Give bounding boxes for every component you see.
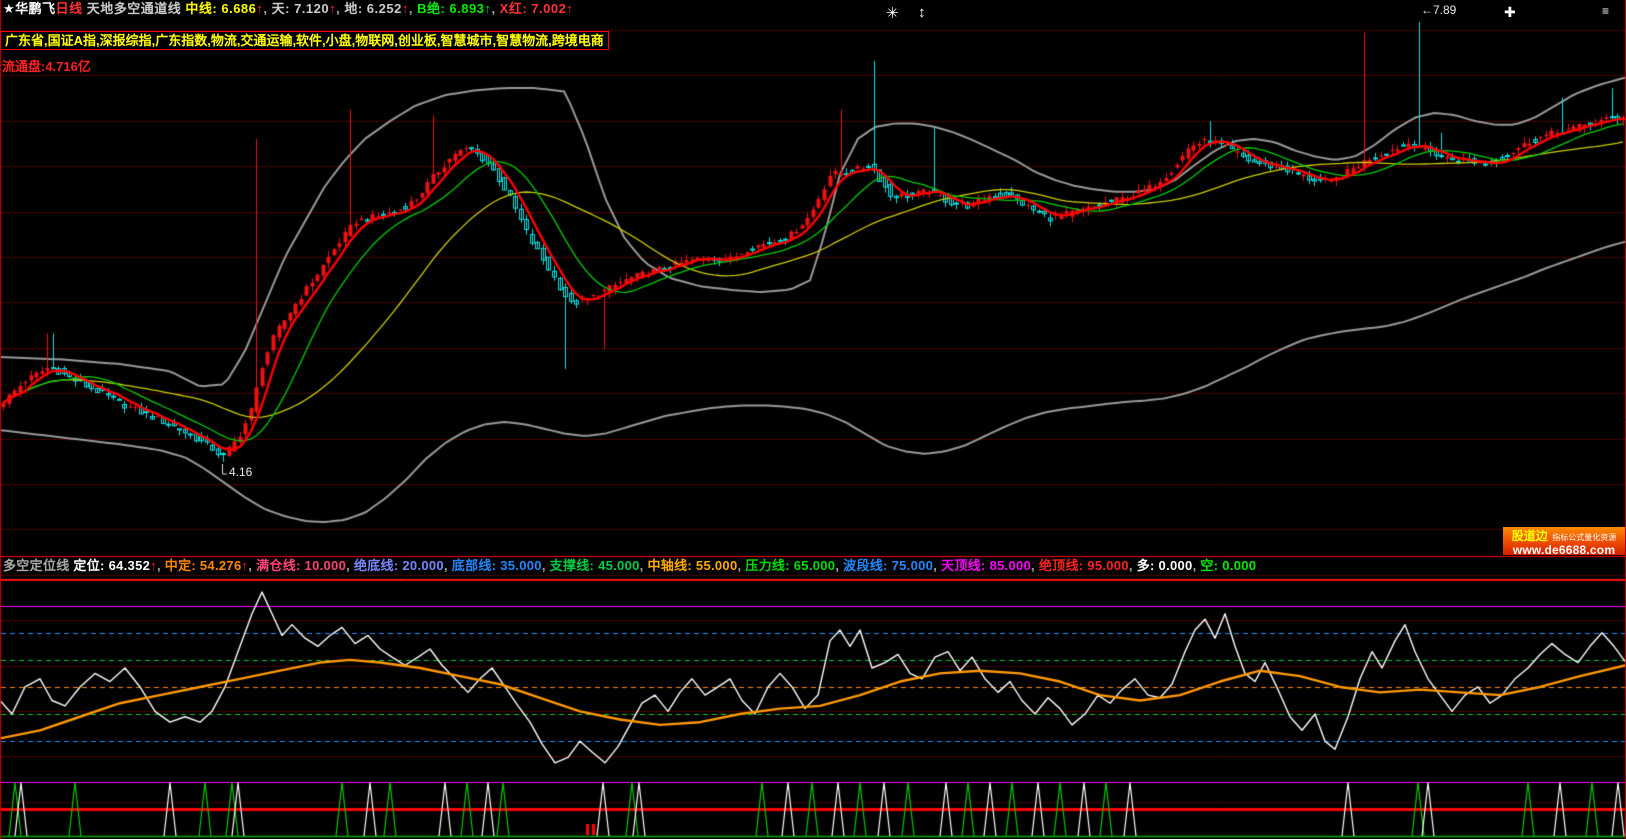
text-segment: ,	[409, 1, 417, 16]
text-segment: ,	[1031, 558, 1039, 573]
text-segment: 多空定位线	[3, 558, 73, 573]
watermark-url[interactable]: www.de6688.com	[1503, 544, 1625, 555]
text-segment: ,	[248, 558, 256, 573]
text-segment: 地: 6.252	[344, 1, 401, 16]
indicator-parameter-bar: 多空定位线 定位: 64.352↑, 中定: 54.276↑, 满仓线: 10.…	[3, 559, 1256, 572]
text-segment: 日线	[56, 1, 83, 16]
sector-tags-box[interactable]: 广东省,国证A指,深报综指,广东指数,物流,交通运输,软件,小盘,物联网,创业板…	[0, 31, 609, 50]
text-segment: 天顶线: 85.000	[941, 558, 1031, 573]
text-segment: ↑	[402, 1, 409, 16]
low-price-annotation: 4.16	[229, 466, 252, 478]
text-segment: ,	[346, 558, 354, 573]
text-segment: 中定: 54.276	[165, 558, 242, 573]
watermark-tagline: 指标公式量化资源	[1552, 533, 1616, 542]
text-segment: 满仓线: 10.000	[256, 558, 346, 573]
text-segment: ↑	[566, 1, 573, 16]
stock-chart-canvas	[0, 0, 1626, 839]
text-segment: ,	[491, 1, 499, 16]
event-plus-icon[interactable]: ✚	[1504, 5, 1516, 19]
text-segment: 压力线: 65.000	[745, 558, 835, 573]
text-segment: 中轴线: 55.000	[647, 558, 737, 573]
text-segment: ,	[933, 558, 941, 573]
text-segment: 绝顶线: 95.000	[1039, 558, 1129, 573]
text-segment: ,	[157, 558, 165, 573]
text-segment: ↑	[150, 558, 157, 573]
watermark-row: 股道边 指标公式量化资源	[1503, 528, 1625, 544]
text-segment: ,	[444, 558, 452, 573]
text-segment: 定位: 64.352	[73, 558, 150, 573]
text-segment: 多: 0.000	[1137, 558, 1193, 573]
text-segment: ,	[1129, 558, 1137, 573]
corner-menu-icon[interactable]: ≡	[1602, 5, 1609, 17]
watermark-brand: 股道边	[1512, 529, 1548, 543]
event-updown-icon[interactable]: ↕	[918, 5, 926, 20]
text-segment: 空: 0.000	[1200, 558, 1256, 573]
text-segment: ,	[542, 558, 550, 573]
high-price-annotation: ←7.89	[1421, 4, 1456, 16]
event-star-icon[interactable]: ✳	[886, 6, 899, 21]
text-segment: 底部线: 35.000	[452, 558, 542, 573]
text-segment: 绝底线: 20.000	[354, 558, 444, 573]
watermark-ad[interactable]: 股道边 指标公式量化资源 www.de6688.com	[1503, 527, 1625, 555]
text-segment: B绝: 6.893	[417, 1, 484, 16]
float-shares-label: 流通盘:4.716亿	[2, 60, 91, 73]
text-segment: ,	[835, 558, 843, 573]
text-segment: 天: 7.120	[272, 1, 329, 16]
text-segment: X红: 7.002	[500, 1, 567, 16]
text-segment: 天地多空通道线	[83, 1, 186, 16]
text-segment: ,	[263, 1, 271, 16]
text-segment: 中线: 6.686	[185, 1, 256, 16]
trading-app-screen: ★华鹏飞日线 天地多空通道线 中线: 6.686 ↑, 天: 7.120 ↑, 地:…	[0, 0, 1626, 839]
text-segment: 波段线: 75.000	[843, 558, 933, 573]
chart-title-bar: ★华鹏飞日线 天地多空通道线 中线: 6.686 ↑, 天: 7.120 ↑, 地:…	[3, 2, 573, 15]
text-segment: ★华鹏飞	[3, 1, 56, 16]
text-segment: 支撑线: 45.000	[550, 558, 640, 573]
